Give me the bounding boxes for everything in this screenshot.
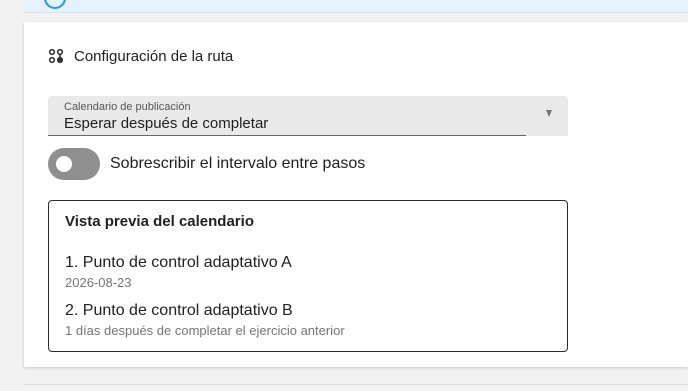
- list-item: 2. Punto de control adaptativo B 1 días …: [65, 301, 345, 340]
- next-card-edge: [24, 384, 688, 385]
- toggle-thumb: [56, 156, 72, 172]
- list-item: 1. Punto de control adaptativo A 2026-08…: [65, 253, 292, 292]
- route-config-card: Configuración de la ruta Calendario de p…: [24, 22, 688, 367]
- section-header: Configuración de la ruta: [48, 46, 233, 66]
- route-icon: [48, 48, 64, 64]
- preview-item-title: 2. Punto de control adaptativo B: [65, 302, 293, 319]
- info-banner: [24, 0, 688, 13]
- override-interval-row: Sobrescribir el intervalo entre pasos: [48, 148, 365, 180]
- preview-item-subtitle: 2026-08-23: [65, 275, 132, 290]
- select-underline: [48, 135, 526, 136]
- schedule-select[interactable]: Calendario de publicación Esperar despué…: [48, 96, 568, 136]
- override-interval-label[interactable]: Sobrescribir el intervalo entre pasos: [110, 155, 365, 173]
- schedule-select-value: Esperar después de completar: [64, 115, 269, 132]
- preview-item-title: 1. Punto de control adaptativo A: [65, 254, 292, 271]
- preview-item-subtitle: 1 días después de completar el ejercicio…: [65, 323, 345, 338]
- schedule-preview: Vista previa del calendario 1. Punto de …: [48, 200, 568, 352]
- section-title: Configuración de la ruta: [74, 47, 234, 65]
- preview-title: Vista previa del calendario: [65, 213, 254, 230]
- info-icon: [44, 0, 66, 9]
- schedule-select-label: Calendario de publicación: [64, 101, 191, 113]
- dropdown-arrow-icon[interactable]: [546, 110, 552, 117]
- override-interval-toggle[interactable]: [48, 148, 100, 180]
